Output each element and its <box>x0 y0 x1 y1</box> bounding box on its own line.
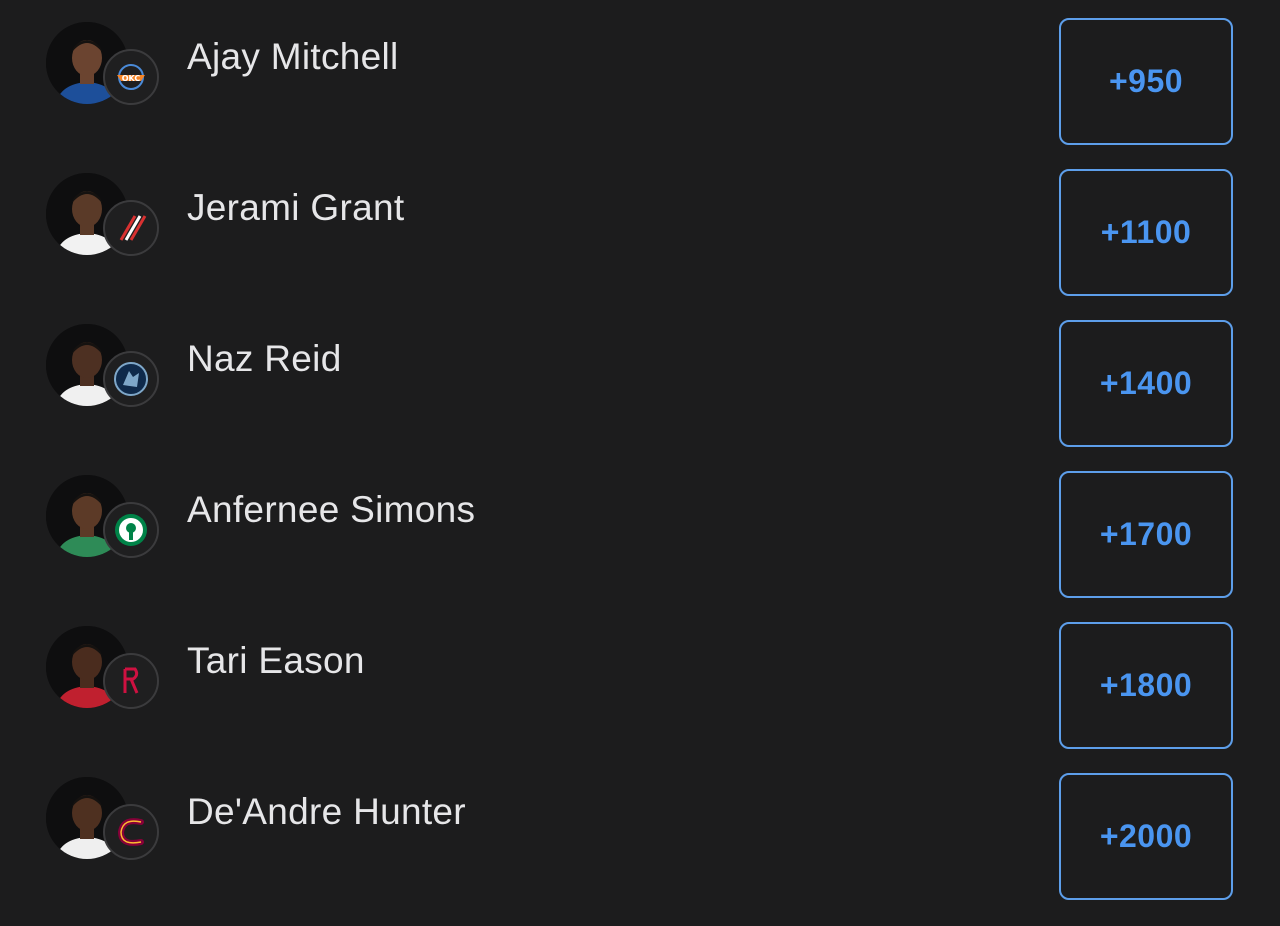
odds-button[interactable]: +1800 <box>1059 622 1233 749</box>
svg-text:OKC: OKC <box>122 74 141 83</box>
odds-value: +1100 <box>1100 214 1192 250</box>
thunder-logo-icon: OKC <box>103 49 159 105</box>
player-row: OKC Ajay Mitchell +950 <box>0 0 1280 151</box>
player-row: Anfernee Simons +1700 <box>0 453 1280 604</box>
player-avatar-group <box>46 324 162 416</box>
rockets-logo-icon <box>103 653 159 709</box>
player-name: Tari Eason <box>187 640 365 681</box>
player-avatar-group <box>46 173 162 265</box>
odds-value: +950 <box>1108 63 1184 99</box>
player-name: Naz Reid <box>187 338 342 379</box>
celtics-logo-icon <box>103 502 159 558</box>
player-name: Ajay Mitchell <box>187 36 399 77</box>
odds-button[interactable]: +1700 <box>1059 471 1233 598</box>
odds-value: +2000 <box>1099 818 1193 854</box>
player-row: Tari Eason +1800 <box>0 604 1280 755</box>
odds-value: +1400 <box>1099 365 1193 401</box>
odds-button[interactable]: +950 <box>1059 18 1233 145</box>
player-avatar-group <box>46 777 162 869</box>
odds-value: +1800 <box>1099 667 1193 703</box>
timberwolves-logo-icon <box>103 351 159 407</box>
player-row: De'Andre Hunter +2000 <box>0 755 1280 906</box>
player-avatar-group: OKC <box>46 22 162 114</box>
player-odds-list: OKC Ajay Mitchell +950 Jerami Grant +110… <box>0 0 1280 926</box>
player-name: De'Andre Hunter <box>187 791 466 832</box>
cavaliers-logo-icon <box>103 804 159 860</box>
odds-button[interactable]: +1400 <box>1059 320 1233 447</box>
odds-value: +1700 <box>1099 516 1193 552</box>
odds-button[interactable]: +2000 <box>1059 773 1233 900</box>
player-row: Jerami Grant +1100 <box>0 151 1280 302</box>
player-row: Naz Reid +1400 <box>0 302 1280 453</box>
trail-blazers-logo-icon <box>103 200 159 256</box>
player-avatar-group <box>46 475 162 567</box>
player-name: Anfernee Simons <box>187 489 476 530</box>
player-avatar-group <box>46 626 162 718</box>
player-name: Jerami Grant <box>187 187 405 228</box>
odds-button[interactable]: +1100 <box>1059 169 1233 296</box>
